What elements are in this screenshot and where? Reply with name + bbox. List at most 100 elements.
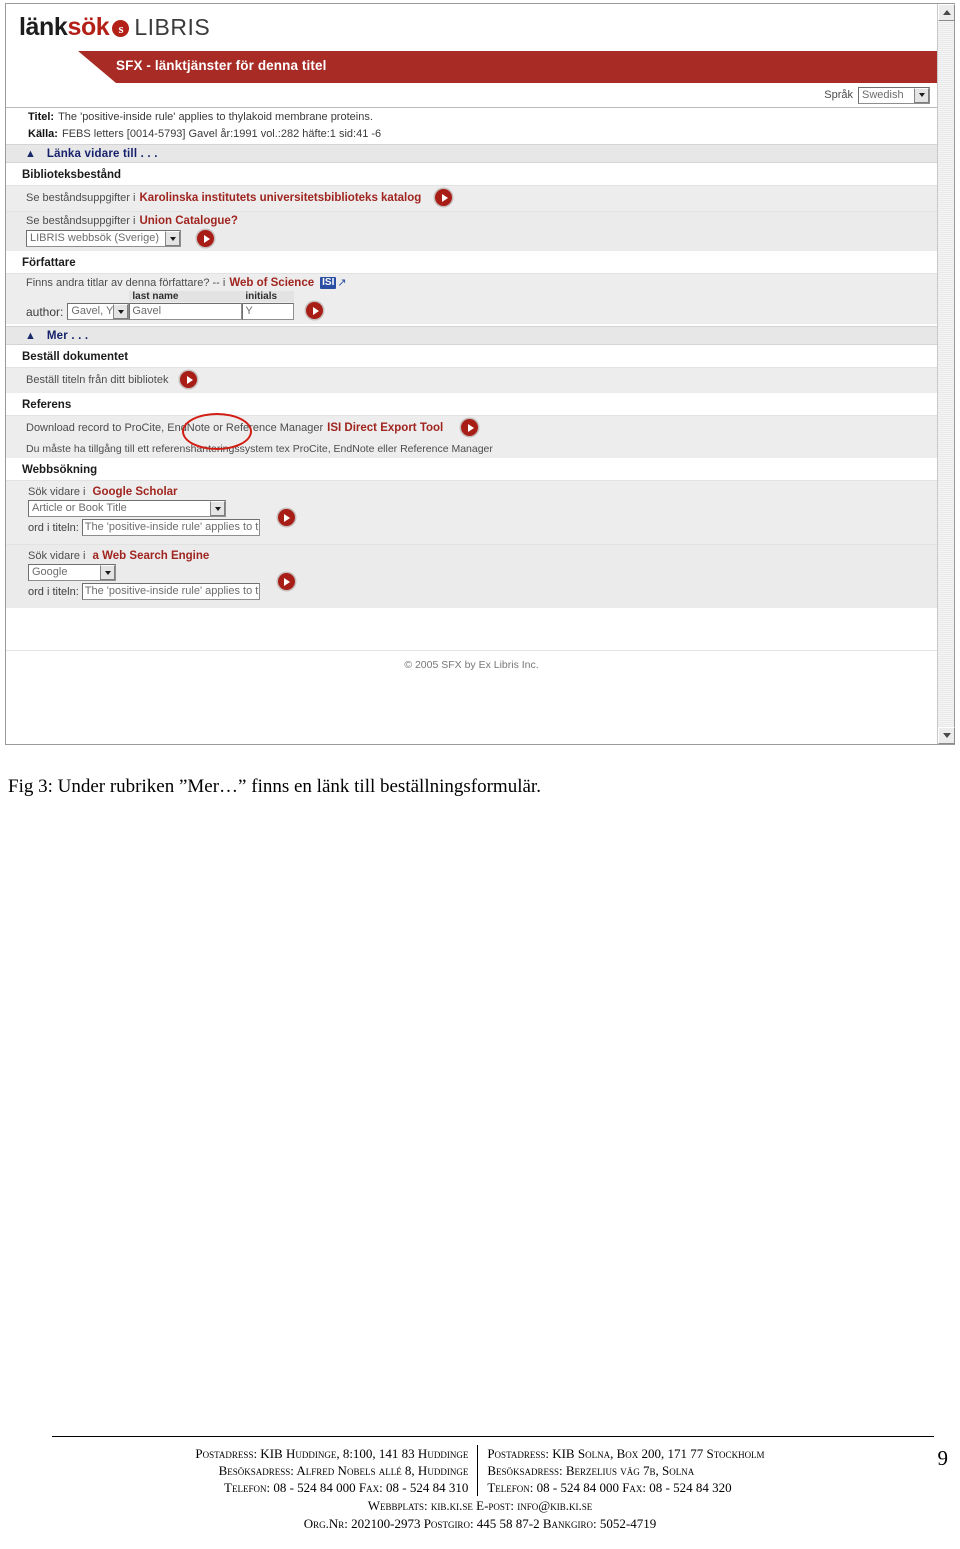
footer-address-line: Besöksadress: Alfred Nobels allé 8, Hudd… bbox=[218, 1463, 469, 1478]
footer-web-email-line: Webbplats: kib.ki.se E-post: info@kib.ki… bbox=[367, 1498, 593, 1513]
initials-field-caption: initials bbox=[242, 291, 295, 302]
collapse-bar-link-further[interactable]: ▲ Länka vidare till . . . bbox=[6, 144, 938, 163]
scroll-down-button[interactable] bbox=[938, 727, 956, 744]
reference-row-service[interactable]: ISI Direct Export Tool bbox=[327, 422, 443, 434]
record-source-value: FEBS letters [0014-5793] Gavel år:1991 v… bbox=[61, 128, 382, 140]
reference-row-export: Download record to ProCite, EndNote or R… bbox=[6, 415, 938, 441]
go-button-web-search-engine[interactable] bbox=[277, 573, 295, 590]
chevron-down-icon bbox=[914, 87, 930, 103]
holdings-row-ki-catalog: Se beståndsuppgifter i Karolinska instit… bbox=[6, 185, 938, 211]
sfx-browser-window: länksök ѕ LIBRIS SFX - länktjänster för de… bbox=[5, 3, 956, 745]
logo-text-lank: länk bbox=[19, 13, 68, 41]
section-heading-websearch: Webbsökning bbox=[6, 458, 938, 480]
vertical-scrollbar[interactable] bbox=[937, 4, 956, 744]
go-button-union-catalogue[interactable] bbox=[197, 230, 214, 247]
go-button-order-document[interactable] bbox=[180, 371, 198, 388]
go-button-ki-catalog[interactable] bbox=[435, 189, 453, 206]
scholar-field-select-value: Article or Book Title bbox=[32, 502, 127, 514]
author-row-service[interactable]: Web of Science bbox=[229, 277, 314, 289]
initials-input[interactable]: Y bbox=[242, 303, 295, 320]
language-select[interactable]: Swedish bbox=[858, 86, 931, 104]
author-query-form: author: . Gavel, Y last name Gavel init bbox=[26, 291, 937, 320]
isi-icon: ISI bbox=[320, 277, 337, 289]
footer-address-line: Telefon: 08 - 524 84 000 Fax: 08 - 524 8… bbox=[224, 1480, 469, 1495]
chevron-down-icon bbox=[100, 565, 115, 580]
sfx-page-viewport: länksök ѕ LIBRIS SFX - länktjänster för de… bbox=[6, 4, 938, 744]
language-label: Språk bbox=[824, 89, 854, 101]
lastname-field-wrap: last name Gavel bbox=[129, 291, 243, 320]
order-row-ill: Beställ titeln från ditt bibliotek bbox=[6, 367, 938, 393]
language-bar: Språk Swedish bbox=[6, 83, 938, 108]
sfx-content: Titel: The 'positive-inside rule' applies… bbox=[6, 108, 938, 671]
holdings-row1-service[interactable]: Karolinska institutets universitetsbibli… bbox=[139, 192, 421, 204]
go-button-isi-export[interactable] bbox=[461, 419, 479, 436]
collapse-bar-more[interactable]: ▲ Mer . . . bbox=[6, 326, 938, 345]
scroll-up-button[interactable] bbox=[938, 4, 956, 21]
footer-address-huddinge: Postadress: KIB Huddinge, 8:100, 141 83 … bbox=[195, 1445, 479, 1496]
holdings-row2-service[interactable]: Union Catalogue? bbox=[139, 215, 237, 227]
footer-divider bbox=[52, 1436, 934, 1437]
engine-input-label: ord i titeln: bbox=[28, 585, 79, 598]
author-select[interactable]: Gavel, Y bbox=[67, 303, 130, 320]
scholar-query-input[interactable]: The 'positive-inside rule' applies to th bbox=[81, 519, 260, 536]
websearch-row-web-engine: Sök vidare i a Web Search Engine Google … bbox=[6, 544, 938, 608]
engine-service[interactable]: a Web Search Engine bbox=[93, 550, 210, 562]
record-source-row: Källa: FEBS letters [0014-5793] Gavel år:… bbox=[6, 125, 937, 142]
lanksok-libris-logo[interactable]: länksök ѕ LIBRIS bbox=[19, 14, 937, 40]
go-button-author-search[interactable] bbox=[306, 302, 324, 319]
swirl-icon: ѕ bbox=[112, 20, 130, 37]
holdings-row-union-catalogue: Se beståndsuppgifter i Union Catalogue? … bbox=[6, 211, 938, 251]
engine-prefix: Sök vidare i bbox=[28, 550, 86, 562]
section-heading-author: Författare bbox=[6, 251, 938, 273]
order-row-text[interactable]: Beställ titeln från ditt bibliotek bbox=[26, 374, 168, 386]
page-footer: 9 Postadress: KIB Huddinge, 8:100, 141 8… bbox=[0, 1436, 960, 1533]
websearch-row-google-scholar: Sök vidare i Google Scholar Article or B… bbox=[6, 480, 938, 544]
holdings-row1-prefix: Se beståndsuppgifter i bbox=[26, 191, 136, 204]
scholar-service[interactable]: Google Scholar bbox=[93, 486, 178, 498]
record-title-label: Titel: bbox=[28, 111, 55, 123]
chevron-down-icon bbox=[165, 231, 180, 246]
lastname-input[interactable]: Gavel bbox=[129, 303, 243, 320]
collapse-bar-more-label: Mer . . . bbox=[46, 329, 89, 342]
page-number: 9 bbox=[937, 1446, 949, 1470]
author-select-value: Gavel, Y bbox=[71, 305, 114, 317]
scholar-block: Sök vidare i Google Scholar Article or B… bbox=[28, 486, 260, 536]
logo-text-sok: sök bbox=[67, 13, 110, 41]
site-logo-bar: länksök ѕ LIBRIS bbox=[6, 4, 938, 51]
engine-select-value: Google bbox=[32, 566, 68, 578]
engine-query-input[interactable]: The 'positive-inside rule' applies to th bbox=[81, 583, 260, 600]
chevron-down-icon bbox=[113, 304, 129, 319]
external-link-arrow-icon: ↗ bbox=[337, 277, 347, 289]
footer-contact-lines: Webbplats: kib.ki.se E-post: info@kib.ki… bbox=[0, 1497, 960, 1533]
language-select-value: Swedish bbox=[862, 88, 904, 101]
footer-address-line: Telefon: 08 - 524 84 000 Fax: 08 - 524 8… bbox=[487, 1480, 732, 1495]
lastname-field-caption: last name bbox=[129, 291, 243, 302]
union-catalogue-select-value: LIBRIS webbsök (Sverige) bbox=[30, 232, 159, 244]
record-title-value: The 'positive-inside rule' applies to th… bbox=[58, 111, 373, 123]
reference-row-prefix: Download record to ProCite, EndNote or R… bbox=[26, 421, 324, 434]
collapse-bar-link-further-label: Länka vidare till . . . bbox=[46, 147, 158, 160]
engine-select[interactable]: Google bbox=[28, 564, 116, 581]
footer-address-line: Besöksadress: Berzelius väg 7b, Solna bbox=[487, 1463, 695, 1478]
chevron-up-double-icon: ▲ bbox=[25, 147, 36, 160]
footer-address-line: Postadress: KIB Solna, Box 200, 171 77 S… bbox=[487, 1446, 765, 1461]
author-select-wrap: . Gavel, Y bbox=[67, 291, 130, 320]
section-heading-order: Beställ dokumentet bbox=[6, 345, 938, 367]
footer-address-solna: Postadress: KIB Solna, Box 200, 171 77 S… bbox=[478, 1445, 764, 1496]
page-title: SFX - länktjänster för denna titel bbox=[116, 58, 327, 73]
record-title-row: Titel: The 'positive-inside rule' applies… bbox=[6, 108, 937, 125]
scholar-input-label: ord i titeln: bbox=[28, 521, 79, 534]
scholar-prefix: Sök vidare i bbox=[28, 486, 86, 498]
banner-notch-shape bbox=[6, 51, 116, 83]
scholar-field-select[interactable]: Article or Book Title bbox=[28, 500, 226, 517]
author-field-label: author: bbox=[26, 305, 64, 319]
union-catalogue-select[interactable]: LIBRIS webbsök (Sverige) bbox=[26, 230, 181, 247]
isi-badge-text: ISI bbox=[322, 277, 335, 288]
author-row-prefix: Finns andra titlar av denna författare? … bbox=[26, 277, 226, 289]
footer-address-line: Postadress: KIB Huddinge, 8:100, 141 83 … bbox=[195, 1446, 469, 1461]
author-row-web-of-science: Finns andra titlar av denna författare? … bbox=[6, 273, 938, 324]
footer-address-columns: Postadress: KIB Huddinge, 8:100, 141 83 … bbox=[0, 1445, 960, 1496]
go-button-google-scholar[interactable] bbox=[277, 509, 295, 526]
holdings-row2-prefix: Se beståndsuppgifter i bbox=[26, 215, 136, 227]
reference-note: Du måste ha tillgång till ett referensha… bbox=[6, 441, 938, 458]
